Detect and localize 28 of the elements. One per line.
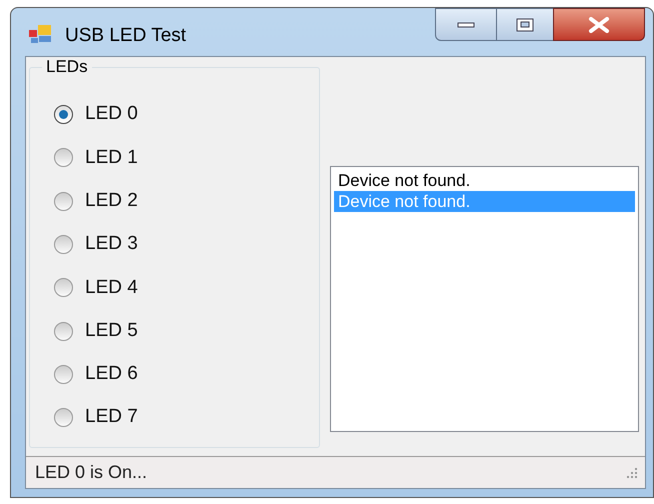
- app-icon: [29, 24, 53, 44]
- radio-button[interactable]: [54, 105, 73, 124]
- radio-label[interactable]: LED 2: [85, 186, 138, 216]
- minimize-icon: [457, 22, 475, 28]
- radio-label[interactable]: LED 3: [85, 230, 138, 259]
- minimize-button[interactable]: [435, 8, 497, 41]
- maximize-icon: [516, 18, 534, 32]
- close-button[interactable]: [553, 8, 645, 41]
- radio-button[interactable]: [54, 364, 73, 384]
- close-icon: [588, 16, 610, 32]
- list-item[interactable]: Device not found.: [334, 170, 635, 191]
- radio-label[interactable]: LED 0: [85, 100, 138, 129]
- radio-label[interactable]: LED 7: [85, 403, 138, 432]
- radio-button[interactable]: [54, 322, 73, 341]
- status-text: LED 0 is On...: [35, 461, 148, 484]
- radio-button[interactable]: [54, 192, 73, 211]
- radio-label[interactable]: LED 6: [85, 360, 138, 389]
- log-list[interactable]: Device not found. Device not found.: [330, 166, 639, 432]
- radio-label[interactable]: LED 5: [85, 316, 138, 346]
- radio-button[interactable]: [54, 278, 73, 298]
- maximize-button[interactable]: [497, 8, 553, 41]
- radio-button[interactable]: [54, 235, 73, 254]
- radio-label[interactable]: LED 4: [85, 274, 138, 302]
- resize-grip-icon: [625, 466, 639, 480]
- window-title: USB LED Test: [65, 24, 186, 48]
- radio-label[interactable]: LED 1: [85, 144, 138, 172]
- radio-button[interactable]: [54, 408, 73, 428]
- radio-button[interactable]: [54, 148, 73, 168]
